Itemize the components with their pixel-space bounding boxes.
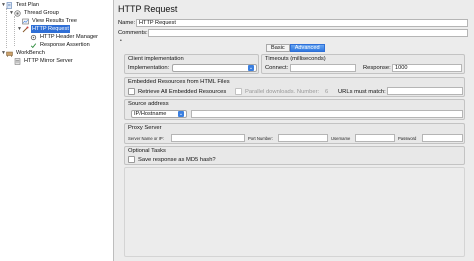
connect-timeout-field[interactable] (290, 64, 356, 72)
comments-label: Comments: (118, 30, 148, 36)
implementation-label: Implementation: (128, 65, 170, 71)
retrieve-embedded-label: Retrieve All Embedded Resources (138, 89, 227, 95)
parallel-downloads-value[interactable]: 6 (325, 89, 328, 95)
tree-item-label: HTTP Mirror Server (24, 58, 73, 64)
splitter-dots-icon[interactable]: • (120, 38, 122, 44)
retrieve-embedded-checkbox[interactable] (128, 88, 135, 95)
tab-basic[interactable]: Basic (266, 44, 290, 52)
tree-item-http-mirror-server[interactable]: HTTP Mirror Server (14, 57, 74, 65)
chevron-down-icon: ⌄ (248, 65, 254, 71)
workbench-icon (6, 51, 13, 57)
tree-guide-line (14, 16, 15, 46)
name-label: Name: (118, 20, 136, 26)
proxy-password-field[interactable] (422, 134, 463, 142)
source-type-select[interactable]: IP/Hostname ⌄ (131, 110, 187, 118)
source-address-group: Source address IP/Hostname ⌄ (124, 99, 465, 120)
tree-item-http-request[interactable]: ▼ HTTP Request (17, 25, 70, 33)
proxy-password-label: Password (398, 136, 417, 141)
test-plan-icon (6, 1, 12, 9)
proxy-username-label: Username (331, 136, 351, 141)
panel-title: HTTP Request (118, 4, 178, 14)
comments-field[interactable] (148, 29, 468, 37)
group-title: Embedded Resources from HTML Files (128, 79, 230, 85)
tree-item-response-assertion[interactable]: Response Assertion (30, 41, 91, 49)
config-icon (30, 34, 37, 40)
proxy-server-label: Server Name or IP: (128, 136, 164, 141)
response-timeout-field[interactable]: 1000 (392, 64, 462, 72)
tree-item-test-plan[interactable]: ▼ Test Plan (1, 1, 40, 9)
proxy-port-field[interactable] (278, 134, 328, 142)
source-type-value: IP/Hostname (134, 111, 167, 117)
name-field[interactable]: HTTP Request (136, 19, 468, 27)
group-title: Optional Tasks (128, 148, 166, 154)
tree-item-label: WorkBench (16, 50, 45, 56)
tree-item-label: HTTP Header Manager (40, 34, 99, 40)
tree-item-view-results-tree[interactable]: View Results Tree (22, 17, 78, 25)
thread-group-icon (14, 9, 21, 17)
md5-hash-checkbox[interactable] (128, 156, 135, 163)
tree-item-label: View Results Tree (32, 18, 77, 24)
urls-must-match-label: URLs must match: (338, 89, 386, 95)
http-request-panel: HTTP Request Name: HTTP Request Comments… (115, 0, 474, 261)
tree-guide-line (6, 8, 7, 48)
tree-item-label: Thread Group (24, 10, 59, 16)
group-title: Source address (128, 101, 169, 107)
implementation-select[interactable]: ⌄ (172, 64, 257, 72)
proxy-username-field[interactable] (355, 134, 395, 142)
response-label: Response: (363, 65, 391, 71)
client-implementation-group: Client implementation Implementation: ⌄ (124, 54, 259, 74)
tree-item-http-header-manager[interactable]: HTTP Header Manager (30, 33, 99, 41)
tree-item-thread-group[interactable]: ▼ Thread Group (9, 9, 60, 17)
test-plan-tree[interactable]: ▼ Test Plan ▼ Thread Group View Results … (0, 0, 114, 261)
proxy-server-field[interactable] (171, 134, 245, 142)
source-address-field[interactable] (191, 110, 463, 118)
tree-item-label: HTTP Request (31, 25, 70, 33)
proxy-server-group: Proxy Server Server Name or IP: Port Num… (124, 123, 465, 144)
timeouts-group: Timeouts (milliseconds) Connect: Respons… (261, 54, 465, 74)
tab-strip: Basic Advanced (266, 44, 325, 52)
tree-item-label: Test Plan (16, 2, 40, 8)
parallel-downloads-checkbox[interactable] (235, 88, 242, 95)
tree-item-label: Response Assertion (40, 42, 90, 48)
server-icon (14, 57, 21, 65)
group-title: Proxy Server (128, 125, 162, 131)
proxy-port-label: Port Number: (248, 136, 273, 141)
tree-item-workbench[interactable]: ▼ WorkBench (1, 49, 46, 57)
tab-advanced[interactable]: Advanced (289, 44, 325, 52)
connect-label: Connect: (265, 65, 289, 71)
assertion-icon (30, 42, 37, 48)
group-title: Timeouts (milliseconds) (265, 56, 326, 62)
urls-must-match-field[interactable] (387, 87, 463, 95)
embedded-resources-group: Embedded Resources from HTML Files Retri… (124, 77, 465, 97)
empty-content-area (124, 167, 465, 257)
md5-hash-label: Save response as MD5 hash? (138, 157, 216, 163)
optional-tasks-group: Optional Tasks Save response as MD5 hash… (124, 146, 465, 165)
group-title: Client implementation (128, 56, 184, 62)
chevron-down-icon: ⌄ (178, 111, 184, 117)
listener-icon (22, 18, 29, 24)
parallel-downloads-label: Parallel downloads. Number: (245, 89, 320, 95)
sampler-icon (22, 26, 29, 32)
